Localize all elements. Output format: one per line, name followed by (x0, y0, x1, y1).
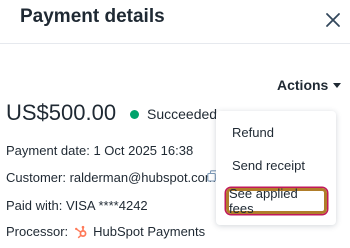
menu-item-see-applied-fees[interactable]: See applied fees (226, 186, 327, 216)
menu-item-refund[interactable]: Refund (232, 125, 274, 140)
processor-row: Processor: HubSpot Payments (6, 224, 205, 239)
status-dot-icon (130, 109, 139, 119)
hubspot-icon (75, 225, 87, 238)
page-title: Payment details (20, 6, 165, 27)
processor-name: HubSpot Payments (93, 224, 206, 239)
panel-header: Payment details (0, 0, 350, 44)
menu-item-send-receipt[interactable]: Send receipt (232, 158, 305, 173)
actions-menu: Refund Send receipt See applied fees (216, 111, 336, 225)
close-icon[interactable] (321, 8, 345, 32)
payment-amount: US$500.00 (6, 100, 117, 125)
processor-label: Processor: (6, 224, 69, 239)
actions-dropdown-button[interactable]: Actions (277, 74, 342, 96)
customer-email: Customer: ralderman@hubspot.com (6, 170, 216, 185)
paid-with: Paid with: VISA ****4242 (6, 198, 148, 213)
status-label: Succeeded (147, 106, 218, 122)
payment-date: Payment date: 1 Oct 2025 16:38 (6, 143, 194, 158)
payment-details-panel: Payment details Actions US$500.00 Succee… (0, 0, 350, 248)
actions-label: Actions (277, 77, 329, 93)
menu-item-label: See applied fees (229, 186, 298, 216)
status-badge: Succeeded (130, 106, 217, 122)
close-button[interactable] (321, 8, 345, 32)
chevron-down-icon (333, 83, 342, 88)
